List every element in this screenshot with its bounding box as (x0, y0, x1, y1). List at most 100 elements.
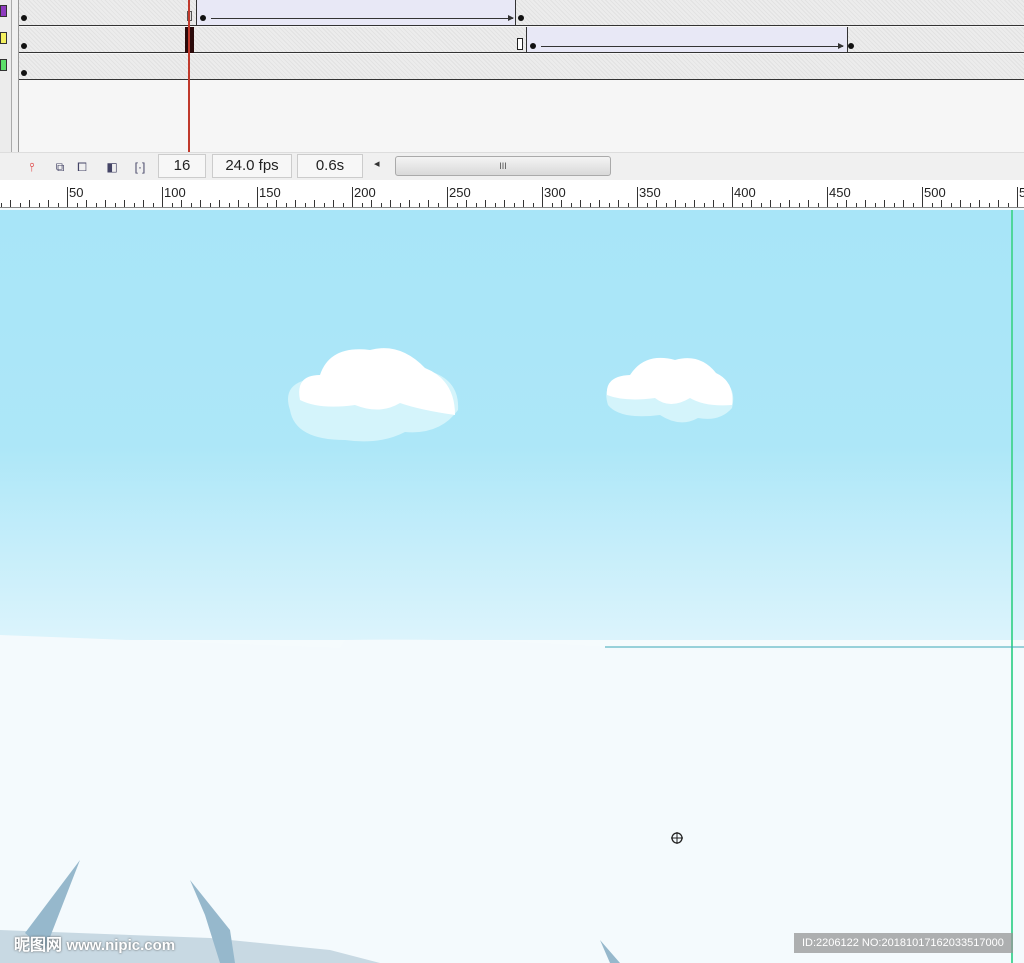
keyframe[interactable] (200, 15, 206, 21)
ruler-tick (884, 200, 885, 207)
keyframe[interactable] (530, 43, 536, 49)
ruler-tick (0, 203, 2, 207)
ruler-tick (903, 200, 904, 207)
ruler-tick (665, 203, 667, 207)
ruler-tick (19, 203, 21, 207)
ruler-tick (722, 203, 724, 207)
ruler-tick (855, 203, 857, 207)
ruler-tick (48, 200, 49, 207)
ruler-tick (779, 203, 781, 207)
ruler-tick (941, 200, 942, 207)
frame-rate[interactable]: 24.0 fps (212, 154, 292, 178)
ruler-tick (950, 203, 952, 207)
ruler-tick (580, 200, 581, 207)
ruler-tick (684, 203, 686, 207)
scroll-left-icon[interactable]: ◂ (374, 157, 380, 170)
ruler-label: 500 (924, 185, 946, 200)
timeline-panel (0, 0, 1024, 180)
elapsed-time: 0.6s (297, 154, 363, 178)
ruler-tick (276, 200, 277, 207)
ruler-tick (998, 200, 999, 207)
ruler-tick (295, 200, 296, 207)
ruler-tick (1017, 187, 1018, 207)
ruler-tick (95, 203, 97, 207)
snow-ground (0, 635, 1024, 963)
ruler-tick (10, 200, 11, 207)
ruler-tick (988, 203, 990, 207)
keyframe[interactable] (21, 15, 27, 21)
ruler-tick (437, 203, 439, 207)
ruler-label: 100 (164, 185, 186, 200)
timeline-row-2[interactable] (19, 27, 1024, 53)
ruler-tick (532, 203, 534, 207)
ruler-tick (798, 203, 800, 207)
layer-color-3[interactable] (0, 59, 7, 71)
motion-tween[interactable] (526, 27, 848, 52)
ruler-tick (551, 203, 553, 207)
ruler-tick (228, 203, 230, 207)
ruler-tick (675, 200, 676, 207)
center-frame-icon[interactable]: ⫯ (22, 157, 42, 177)
tween-arrow (211, 15, 514, 21)
ruler-tick (874, 203, 876, 207)
ruler-tick (114, 203, 116, 207)
keyframe[interactable] (848, 43, 854, 49)
ruler-tick (152, 203, 154, 207)
timeline-row-3[interactable] (19, 54, 1024, 80)
tween-arrow (541, 43, 844, 49)
ruler-tick (694, 200, 695, 207)
selected-frame[interactable] (185, 27, 194, 53)
motion-tween[interactable] (196, 0, 516, 25)
ruler-tick (713, 200, 714, 207)
playhead[interactable] (188, 0, 190, 152)
watermark-id: ID:2206122 NO:20181017162033517000 (794, 933, 1013, 953)
ruler-tick (266, 203, 268, 207)
ruler-tick (333, 200, 334, 207)
ruler-tick (352, 187, 353, 207)
ruler-label: 200 (354, 185, 376, 200)
ruler-label: 400 (734, 185, 756, 200)
ruler-tick (342, 203, 344, 207)
ruler-tick (656, 200, 657, 207)
ruler-tick (627, 203, 629, 207)
timeline-scrollbar-thumb[interactable]: III (395, 156, 611, 176)
ruler-tick (399, 203, 401, 207)
onion-skin-icon[interactable]: ⧉ (50, 157, 70, 177)
ruler-tick (323, 203, 325, 207)
ruler-tick (247, 203, 249, 207)
stage-artwork (0, 210, 1024, 963)
current-frame: 16 (158, 154, 206, 178)
keyframe[interactable] (21, 43, 27, 49)
onion-skin-outlines-icon[interactable]: ⧠ (72, 157, 92, 177)
layer-color-2[interactable] (0, 32, 7, 44)
cloud-right (606, 357, 734, 423)
ruler-tick (817, 203, 819, 207)
keyframe[interactable] (518, 15, 524, 21)
keyframe[interactable] (21, 70, 27, 76)
timeline-row-1[interactable] (19, 0, 1024, 26)
ruler-tick (513, 203, 515, 207)
ruler-tick (466, 200, 467, 207)
ruler-tick (38, 203, 40, 207)
panel-divider[interactable] (12, 0, 19, 152)
ruler-tick (542, 187, 543, 207)
ruler-tick (485, 200, 486, 207)
ruler-tick (931, 203, 933, 207)
ruler-tick (732, 187, 733, 207)
horizontal-ruler: 50 100 150 200 250 300 350 400 450 500 5 (0, 180, 1024, 208)
ruler-tick (608, 203, 610, 207)
ruler-tick (29, 200, 30, 207)
modify-markers-icon[interactable]: [·] (130, 157, 150, 177)
ruler-tick (124, 200, 125, 207)
layer-color-1[interactable] (0, 5, 7, 17)
edit-multiple-frames-icon[interactable]: ◧ (102, 157, 122, 177)
ruler-tick (67, 187, 68, 207)
ruler-label: 450 (829, 185, 851, 200)
ruler-tick (456, 203, 458, 207)
ruler-tick (1007, 203, 1009, 207)
ruler-tick (646, 203, 648, 207)
ruler-tick (418, 203, 420, 207)
ruler-tick (162, 187, 163, 207)
ruler-label: 5 (1019, 185, 1024, 200)
ruler-tick (846, 200, 847, 207)
